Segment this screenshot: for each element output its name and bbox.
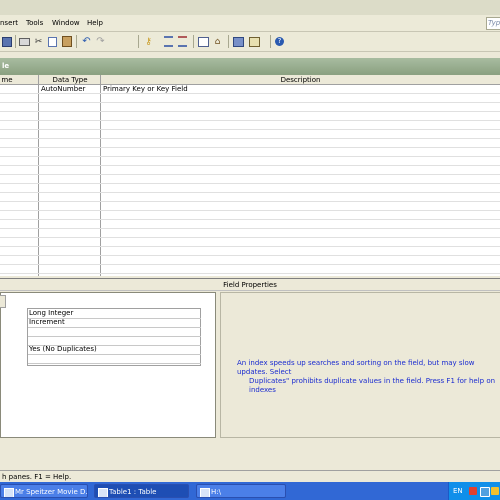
row-divider: [0, 156, 500, 157]
column-header-field-name[interactable]: me: [0, 76, 14, 84]
row-divider: [0, 273, 500, 274]
row-divider: [0, 246, 500, 247]
row-divider: [0, 93, 500, 94]
row-divider: [0, 138, 500, 139]
row-divider: [0, 192, 500, 193]
row-divider: [0, 219, 500, 220]
row-divider: [0, 111, 500, 112]
grid-header: me Data Type Description: [0, 75, 500, 85]
menu-help[interactable]: Help: [87, 19, 103, 27]
save-icon[interactable]: [0, 35, 13, 48]
toolbar-separator: [270, 35, 271, 48]
menu-insert[interactable]: nsert: [0, 19, 18, 27]
print-icon[interactable]: [18, 35, 31, 48]
antivirus-icon[interactable]: [469, 487, 477, 495]
build-icon[interactable]: ⌂: [211, 35, 224, 48]
row-divider: [0, 147, 500, 148]
field-properties-bar: Field Properties: [0, 278, 500, 291]
cell-description[interactable]: Primary Key or Key Field: [103, 85, 188, 93]
field-design-grid[interactable]: me Data Type Description AutoNumber Prim…: [0, 75, 500, 276]
taskbar-button-access[interactable]: Mr Speitzer Movie D...: [0, 484, 88, 498]
drive-icon: [200, 488, 210, 497]
property-help-text: An index speeds up searches and sorting …: [221, 359, 500, 395]
row-divider: [0, 210, 500, 211]
status-bar: h panes. F1 = Help.: [0, 470, 500, 482]
windows-taskbar: Mr Speitzer Movie D... Table1 : Table H:…: [0, 482, 500, 500]
row-divider: [0, 237, 500, 238]
table-icon: [98, 488, 108, 497]
column-header-description[interactable]: Description: [101, 76, 500, 84]
undo-icon[interactable]: ↶: [80, 35, 93, 48]
task-label: Mr Speitzer Movie D...: [15, 488, 88, 496]
field-properties-title: Field Properties: [223, 281, 277, 289]
row-divider: [0, 264, 500, 265]
task-label: H:\: [211, 488, 221, 496]
row-divider: [0, 120, 500, 121]
toolbar: ✂ ↶ ↷ ⚷ ⌂ ?: [0, 32, 500, 52]
task-label: Table1 : Table: [109, 488, 157, 496]
toolbar-separator: [138, 35, 139, 48]
row-divider: [0, 228, 500, 229]
column-header-data-type[interactable]: Data Type: [39, 76, 101, 84]
toolbar-separator: [193, 35, 194, 48]
insert-rows-icon[interactable]: [162, 35, 175, 48]
status-text: h panes. F1 = Help.: [2, 473, 72, 481]
ask-question-box[interactable]: Typ: [486, 17, 500, 30]
access-app-icon: [4, 488, 14, 497]
row-divider: [0, 165, 500, 166]
toolbar-separator: [228, 35, 229, 48]
network-icon[interactable]: [480, 487, 490, 497]
redo-icon[interactable]: ↷: [94, 35, 107, 48]
notification-icon[interactable]: [491, 487, 499, 495]
menu-window[interactable]: Window: [52, 19, 80, 27]
primary-key-icon[interactable]: ⚷: [142, 35, 155, 48]
taskbar-button-drive[interactable]: H:\: [196, 484, 286, 498]
menu-tools[interactable]: Tools: [26, 19, 43, 27]
help-line: An index speeds up searches and sorting …: [237, 359, 475, 376]
taskbar-button-table[interactable]: Table1 : Table: [94, 484, 189, 498]
cut-icon[interactable]: ✂: [32, 35, 45, 48]
cell-data-type[interactable]: AutoNumber: [41, 85, 85, 93]
help-line: Duplicates" prohibits duplicate values i…: [249, 377, 496, 394]
new-object-icon[interactable]: [248, 35, 261, 48]
delete-rows-icon[interactable]: [176, 35, 189, 48]
row-divider: [0, 183, 500, 184]
system-tray: EN: [448, 482, 500, 500]
row-divider: [0, 174, 500, 175]
row-divider: [0, 201, 500, 202]
property-smart-tags[interactable]: [28, 354, 201, 364]
row-divider: [0, 129, 500, 130]
property-grid: Long Integer Increment Yes (No Duplicate…: [27, 308, 201, 366]
language-indicator[interactable]: EN: [453, 487, 463, 495]
property-help-pane: An index speeds up searches and sorting …: [220, 292, 500, 438]
row-divider: [0, 102, 500, 103]
paste-icon[interactable]: [60, 35, 73, 48]
row-divider: [0, 255, 500, 256]
window-titlebar: le: [0, 58, 500, 75]
toolbar-separator: [15, 35, 16, 48]
properties-icon[interactable]: [197, 35, 210, 48]
menu-bar: nsert Tools Window Help Typ: [0, 15, 500, 32]
general-tab[interactable]: [0, 295, 6, 308]
help-icon[interactable]: ?: [273, 35, 286, 48]
database-window-icon[interactable]: [232, 35, 245, 48]
window-title: le: [2, 62, 10, 70]
toolbar-separator: [76, 35, 77, 48]
copy-icon[interactable]: [46, 35, 59, 48]
